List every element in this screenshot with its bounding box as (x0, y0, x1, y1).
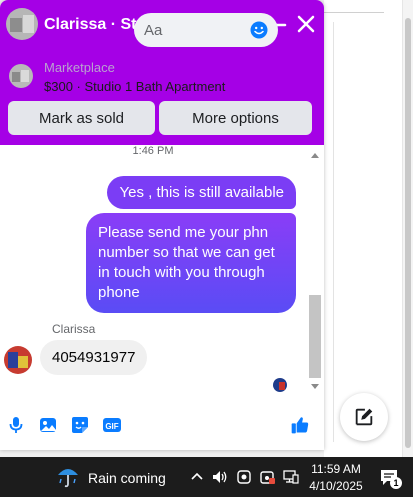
chevron-up-icon[interactable] (188, 468, 206, 486)
page-scrollbar-thumb[interactable] (405, 18, 411, 448)
message-timestamp: 1:46 PM (132, 145, 174, 157)
outgoing-message[interactable]: Please send me your phn number so that w… (86, 213, 296, 313)
background-divider (324, 12, 384, 13)
network-icon[interactable] (282, 468, 300, 486)
clock-date: 4/10/2025 (309, 479, 363, 493)
listing-thumbnail[interactable] (9, 64, 33, 88)
chat-scrollbar-thumb[interactable] (309, 295, 321, 378)
compose-icon (355, 408, 373, 426)
microphone-icon[interactable] (6, 415, 26, 435)
emoji-icon[interactable] (250, 21, 268, 39)
mark-as-sold-button[interactable]: Mark as sold (8, 101, 155, 135)
copilot-icon[interactable] (235, 468, 253, 486)
outgoing-message[interactable]: Yes , this is still available (107, 176, 296, 209)
gif-icon[interactable]: GIF (102, 415, 122, 435)
speaker-icon[interactable] (211, 468, 229, 486)
notification-badge: 1 (390, 477, 402, 489)
incoming-message[interactable]: 4054931977 (40, 340, 148, 375)
weather-text[interactable]: Rain coming (88, 470, 166, 486)
umbrella-rain-icon[interactable] (55, 463, 81, 489)
listing-avatar[interactable] (6, 8, 38, 40)
sender-avatar[interactable] (4, 346, 32, 374)
composer-bar: GIF (0, 397, 324, 450)
sticker-icon[interactable] (70, 415, 90, 435)
marketplace-label: Marketplace (44, 60, 115, 75)
new-message-button[interactable] (340, 393, 388, 441)
chat-window: Clarissa · Studio 1 Bath Ap ... Marketpl… (0, 0, 324, 450)
thumbs-up-icon[interactable] (290, 415, 314, 439)
windows-taskbar: Rain coming 11:59 AM 4/10/2025 1 (0, 457, 413, 497)
message-input-placeholder: Aa (144, 22, 163, 39)
close-icon[interactable] (294, 12, 318, 36)
clock-time: 11:59 AM (311, 462, 361, 476)
security-icon[interactable] (258, 468, 276, 486)
gif-label: GIF (105, 422, 118, 431)
message-input[interactable]: Aa (134, 13, 278, 47)
background-page (324, 0, 413, 457)
more-options-button[interactable]: More options (159, 101, 312, 135)
chat-scrollbar[interactable] (306, 145, 324, 397)
photo-icon[interactable] (38, 415, 58, 435)
message-list: 1:46 PM Yes , this is still available Pl… (0, 145, 306, 397)
scroll-up-icon[interactable] (310, 151, 320, 159)
scroll-down-icon[interactable] (310, 383, 320, 391)
seen-avatar (273, 378, 287, 392)
system-clock[interactable]: 11:59 AM 4/10/2025 (306, 461, 366, 495)
listing-description[interactable]: $300 · Studio 1 Bath Apartment (44, 79, 225, 94)
sender-name: Clarissa (52, 322, 96, 336)
page-scrollbar[interactable] (402, 0, 413, 457)
background-divider-vertical (333, 22, 334, 442)
